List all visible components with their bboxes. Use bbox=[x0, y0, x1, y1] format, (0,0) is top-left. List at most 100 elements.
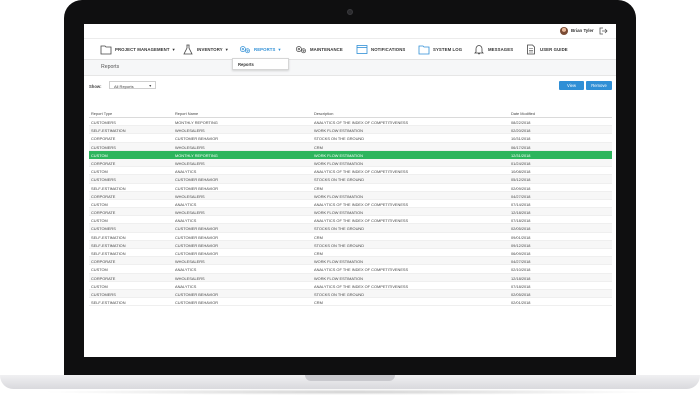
show-select[interactable]: All Reports ▼ bbox=[109, 81, 156, 89]
cell-report-type: CUSTOMERS bbox=[91, 226, 116, 232]
table-row[interactable]: CORPORATE WHOLESALERS WORK FLOW ESTIMATION… bbox=[89, 191, 612, 200]
table-body: CUSTOMERS MONTHLY REPORTING ANALYTICS OF T… bbox=[89, 118, 612, 307]
document-icon bbox=[527, 44, 535, 54]
cell-date-modified: 06/17/2018 bbox=[511, 144, 531, 150]
table-row[interactable]: SELF-ESTIMATION CUSTOMER BEHAVIOR CRM 09/01… bbox=[89, 233, 612, 241]
cell-date-modified: 02/05/2018 bbox=[511, 226, 531, 232]
camera-icon bbox=[347, 9, 353, 15]
cell-description: WORK FLOW ESTIMATION bbox=[314, 210, 363, 216]
cell-report-name: ANALYTICS bbox=[175, 283, 197, 289]
cell-report-name: ANALYTICS bbox=[175, 201, 197, 207]
logout-icon[interactable] bbox=[598, 26, 608, 36]
cell-report-type: CUSTOMERS bbox=[91, 120, 116, 125]
cell-report-name: CUSTOMER BEHAVIOR bbox=[175, 300, 219, 306]
cell-report-type: CUSTOM bbox=[91, 201, 108, 207]
cell-description: ANALYTICS OF THE INDEX OF COMPETITIVENES… bbox=[314, 283, 409, 289]
table-row[interactable]: CUSTOMERS MONTHLY REPORTING ANALYTICS OF T… bbox=[89, 118, 612, 127]
cell-report-name: CUSTOMER BEHAVIOR bbox=[175, 234, 219, 240]
view-button[interactable]: View bbox=[559, 81, 584, 90]
cell-description: STOCKS ON THE GROUND bbox=[314, 136, 365, 142]
table-row[interactable]: CORPORATE WHOLESALERS WORK FLOW ESTIMATION… bbox=[89, 158, 612, 168]
cell-report-type: SELF-ESTIMATION bbox=[91, 185, 126, 191]
column-header-report-type[interactable]: Report Type bbox=[91, 111, 112, 116]
cell-date-modified: 09/12/2018 bbox=[511, 242, 531, 248]
cell-report-type: CORPORATE bbox=[91, 259, 116, 265]
dropdown-item-reports[interactable]: Reports bbox=[238, 62, 254, 67]
table-row[interactable]: CUSTOM ANALYTICS ANALYTICS OF THE INDEX OF… bbox=[89, 216, 612, 225]
reports-dropdown-menu: Reports bbox=[232, 58, 289, 70]
table-row[interactable]: SELF-ESTIMATION CUSTOMER BEHAVIOR CRM 02/09… bbox=[89, 184, 612, 192]
cell-date-modified: 02/10/2018 bbox=[511, 267, 531, 273]
nav-item-reports[interactable]: REPORTS ▼ bbox=[239, 42, 281, 56]
cell-description: STOCKS ON THE GROUND bbox=[314, 177, 365, 183]
gears-icon bbox=[295, 45, 306, 53]
cell-date-modified: 07/14/2018 bbox=[511, 201, 531, 207]
cell-description: WORK FLOW ESTIMATION bbox=[314, 193, 363, 199]
table-row[interactable]: CORPORATE WHOLESALERS WORK FLOW ESTIMATION… bbox=[89, 208, 612, 217]
remove-button[interactable]: Remove bbox=[586, 81, 612, 90]
cell-report-type: CUSTOM bbox=[91, 152, 108, 158]
cell-date-modified: 04/27/2018 bbox=[511, 193, 531, 199]
cell-report-name: CUSTOMER BEHAVIOR bbox=[175, 291, 219, 297]
cell-description: ANALYTICS OF THE INDEX OF COMPETITIVENES… bbox=[314, 218, 409, 224]
nav-item-project-management[interactable]: PROJECT MANAGEMENT ▼ bbox=[100, 42, 176, 56]
cell-date-modified: 10/08/2018 bbox=[511, 169, 531, 175]
nav-label: INVENTORY bbox=[197, 46, 223, 52]
cell-report-type: CORPORATE bbox=[91, 275, 116, 281]
table-row[interactable]: CORPORATE CUSTOMER BEHAVIOR STOCKS ON THE … bbox=[89, 134, 612, 143]
table-row[interactable]: CUSTOMERS CUSTOMER BEHAVIOR STOCKS ON THE … bbox=[89, 289, 612, 299]
cell-report-type: SELF-ESTIMATION bbox=[91, 128, 126, 134]
cell-report-type: CORPORATE bbox=[91, 193, 116, 199]
table-row[interactable]: CUSTOMERS CUSTOMER BEHAVIOR STOCKS ON THE … bbox=[89, 175, 612, 184]
table-row[interactable]: CORPORATE WHOLESALERS WORK FLOW ESTIMATION… bbox=[89, 273, 612, 282]
flask-icon bbox=[183, 44, 193, 54]
nav-item-user-guide[interactable]: USER GUIDE bbox=[525, 42, 568, 56]
cell-report-name: MONTHLY REPORTING bbox=[175, 120, 218, 125]
table-row-selected[interactable]: CUSTOM MONTHLY REPORTING WORK FLOW ESTIMAT… bbox=[89, 150, 612, 159]
column-header-description[interactable]: Description bbox=[314, 111, 333, 116]
table-header: Report Type Report Name Description Date… bbox=[89, 109, 612, 118]
table-row[interactable]: SELF-ESTIMATION WHOLESALERS WORK FLOW ESTI… bbox=[89, 126, 612, 135]
cell-date-modified: 02/09/2018 bbox=[511, 185, 531, 191]
nav-item-maintenance[interactable]: MAINTENANCE bbox=[295, 42, 343, 56]
chevron-down-icon: ▼ bbox=[171, 46, 176, 52]
folder-icon bbox=[100, 45, 112, 54]
cell-report-name: MONTHLY REPORTING bbox=[175, 152, 218, 158]
table-row[interactable]: SELF-ESTIMATION CUSTOMER BEHAVIOR STOCKS O… bbox=[89, 240, 612, 249]
cell-date-modified: 10/31/2018 bbox=[511, 136, 531, 142]
folder-icon bbox=[418, 45, 430, 54]
cell-date-modified: 02/20/2018 bbox=[511, 128, 531, 134]
nav-item-system-log[interactable]: SYSTEM LOG bbox=[418, 42, 462, 56]
chevron-down-icon: ▼ bbox=[148, 83, 152, 88]
laptop-shadow bbox=[40, 389, 660, 395]
nav-label: MAINTENANCE bbox=[310, 46, 343, 52]
user-name[interactable]: Brian Tyler bbox=[571, 28, 594, 33]
table-row[interactable]: CUSTOMERS WHOLESALERS CRM 06/17/2018 bbox=[89, 142, 612, 151]
avatar[interactable] bbox=[560, 27, 568, 35]
cell-description: ANALYTICS OF THE INDEX OF COMPETITIVENES… bbox=[314, 169, 409, 175]
table-row[interactable]: CORPORATE WHOLESALERS WORK FLOW ESTIMATION… bbox=[89, 257, 612, 266]
cell-date-modified: 07/18/2018 bbox=[511, 218, 531, 224]
table-row[interactable]: CUSTOMERS CUSTOMER BEHAVIOR STOCKS ON THE … bbox=[89, 224, 612, 233]
column-header-report-name[interactable]: Report Name bbox=[175, 111, 198, 116]
cell-description: CRM bbox=[314, 185, 323, 191]
table-row[interactable]: CUSTOM ANALYTICS ANALYTICS OF THE INDEX OF… bbox=[89, 265, 612, 274]
table-row[interactable]: CUSTOM ANALYTICS ANALYTICS OF THE INDEX OF… bbox=[89, 200, 612, 209]
column-header-date-modified[interactable]: Date Modified bbox=[511, 111, 535, 116]
table-row[interactable]: SELF-ESTIMATION CUSTOMER BEHAVIOR CRM 02/01… bbox=[89, 298, 612, 307]
nav-label: PROJECT MANAGEMENT bbox=[115, 46, 170, 52]
cell-date-modified: 05/12/2018 bbox=[511, 177, 531, 183]
nav-item-notifications[interactable]: NOTIFICATIONS bbox=[356, 42, 405, 56]
table-row[interactable]: CUSTOM ANALYTICS ANALYTICS OF THE INDEX OF… bbox=[89, 282, 612, 290]
cell-description: WORK FLOW ESTIMATION bbox=[314, 152, 363, 158]
cell-report-type: CORPORATE bbox=[91, 160, 116, 166]
table-row[interactable]: SELF-ESTIMATION CUSTOMER BEHAVIOR CRM 06/09… bbox=[89, 249, 612, 258]
table-row[interactable]: CUSTOM ANALYTICS ANALYTICS OF THE INDEX OF… bbox=[89, 167, 612, 176]
cell-report-name: CUSTOMER BEHAVIOR bbox=[175, 242, 219, 248]
cell-date-modified: 12/31/2018 bbox=[511, 152, 531, 158]
nav-item-inventory[interactable]: INVENTORY ▼ bbox=[182, 42, 229, 56]
nav-item-messages[interactable]: MESSAGES bbox=[473, 42, 513, 56]
cell-description: WORK FLOW ESTIMATION bbox=[314, 160, 363, 166]
cell-description: STOCKS ON THE GROUND bbox=[314, 291, 365, 297]
chevron-down-icon: ▼ bbox=[224, 46, 229, 52]
